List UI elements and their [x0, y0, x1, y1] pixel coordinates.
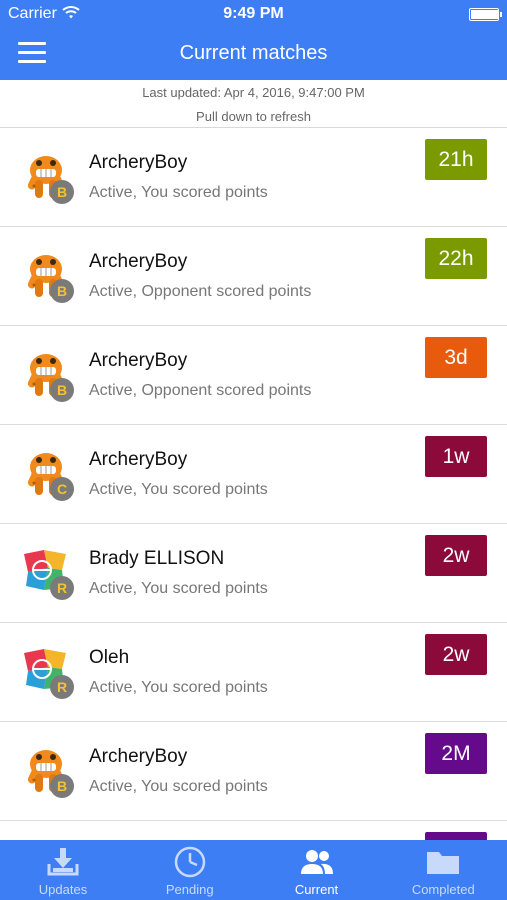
match-status: Active, You scored points	[89, 580, 268, 597]
opponent-name: ArcheryBoy	[89, 449, 188, 470]
opponent-name: Oleh	[89, 647, 130, 668]
people-icon	[299, 846, 335, 878]
match-age-badge: 2w	[425, 634, 487, 675]
monster-avatar: B	[20, 744, 76, 800]
tab-updates[interactable]: Updates	[0, 840, 126, 900]
tab-completed[interactable]: Completed	[380, 840, 506, 900]
match-row[interactable]: C ArcheryBoy Active, You scored points 1…	[0, 425, 507, 524]
match-row[interactable]: B ArcheryBoy Active, Opponent scored poi…	[0, 326, 507, 425]
match-age-badge: 3d	[425, 337, 487, 378]
match-row[interactable]: R Brady ELLISON Active, You scored point…	[0, 524, 507, 623]
monster-avatar: B	[20, 150, 76, 206]
clock-icon	[172, 846, 208, 878]
level-badge: B	[50, 180, 74, 204]
monster-avatar: B	[20, 348, 76, 404]
level-badge: C	[50, 477, 74, 501]
match-age-badge: 2M	[425, 733, 487, 774]
tab-label: Completed	[411, 882, 475, 897]
match-status: Active, You scored points	[89, 481, 268, 498]
match-row[interactable]: R Oleh Active, You scored points 2w	[0, 623, 507, 722]
level-badge: B	[50, 279, 74, 303]
refresh-info: Last updated: Apr 4, 2016, 9:47:00 PM Pu…	[0, 80, 507, 128]
level-badge: R	[50, 675, 74, 699]
geometric-avatar: R	[20, 546, 76, 602]
pull-to-refresh-hint: Pull down to refresh	[196, 109, 311, 124]
opponent-name: ArcheryBoy	[89, 251, 188, 272]
battery-icon	[469, 8, 502, 21]
match-status: Active, Opponent scored points	[89, 283, 312, 300]
level-badge: R	[50, 576, 74, 600]
opponent-name: Brady ELLISON	[89, 548, 225, 569]
tab-label: Pending	[165, 882, 214, 897]
monster-avatar: C	[20, 447, 76, 503]
match-age-badge	[425, 832, 487, 840]
monster-avatar: B	[20, 249, 76, 305]
download-tray-icon	[45, 846, 81, 878]
folder-icon	[425, 846, 461, 878]
nav-bar: Current matches	[0, 28, 507, 80]
match-row[interactable]: B ArcheryBoy Active, Opponent scored poi…	[0, 227, 507, 326]
page-title: Current matches	[179, 42, 328, 64]
clock-time: 9:49 PM	[223, 5, 284, 22]
match-age-badge: 21h	[425, 139, 487, 180]
tab-label: Current	[294, 882, 339, 897]
match-age-badge: 22h	[425, 238, 487, 279]
status-bar: Carrier 9:49 PM	[0, 0, 507, 28]
tab-pending[interactable]: Pending	[127, 840, 253, 900]
match-row[interactable]: B ArcheryBoy Active, You scored points 2…	[0, 722, 507, 821]
opponent-name: ArcheryBoy	[89, 152, 188, 173]
match-list[interactable]: B ArcheryBoy Active, You scored points 2…	[0, 128, 507, 840]
opponent-name: ArcheryBoy	[89, 350, 188, 371]
match-status: Active, You scored points	[89, 778, 268, 795]
tab-current[interactable]: Current	[254, 840, 380, 900]
geometric-avatar: R	[20, 645, 76, 701]
match-age-badge: 2w	[425, 535, 487, 576]
level-badge: B	[50, 378, 74, 402]
match-row-partial[interactable]	[0, 821, 507, 840]
match-age-badge: 1w	[425, 436, 487, 477]
match-status: Active, You scored points	[89, 184, 268, 201]
tab-bar: Updates Pending Current Completed	[0, 840, 507, 900]
opponent-name: ArcheryBoy	[89, 746, 188, 767]
match-status: Active, Opponent scored points	[89, 382, 312, 399]
match-status: Active, You scored points	[89, 679, 268, 696]
match-row[interactable]: B ArcheryBoy Active, You scored points 2…	[0, 128, 507, 227]
battery-fill	[471, 10, 499, 19]
last-updated-text: Last updated: Apr 4, 2016, 9:47:00 PM	[142, 85, 365, 100]
tab-label: Updates	[38, 882, 88, 897]
level-badge: B	[50, 774, 74, 798]
